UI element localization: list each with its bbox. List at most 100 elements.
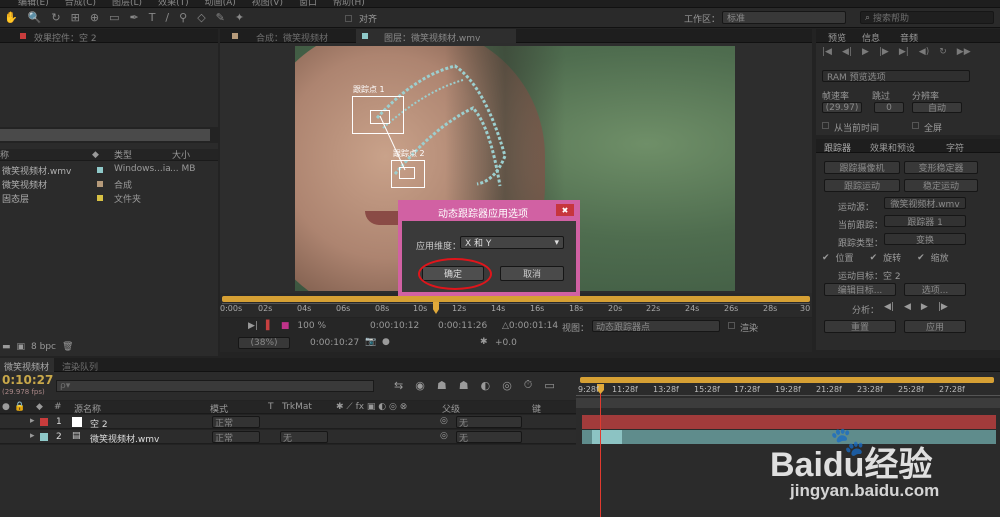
camera-tool-icon[interactable]: ⊞ — [71, 11, 80, 24]
cancel-button[interactable]: 取消 — [500, 266, 564, 281]
layer-mode-select[interactable]: 正常 — [212, 416, 260, 429]
pan-tool-icon[interactable]: ⊕ — [90, 11, 99, 24]
resolution-select[interactable]: 自动 — [912, 102, 962, 114]
col-type[interactable]: 类型 — [114, 148, 132, 161]
timeline-work-area[interactable] — [580, 377, 994, 383]
menu-animation[interactable]: 动画(A) — [205, 0, 236, 7]
draft-3d-icon[interactable]: ◉ — [415, 379, 425, 392]
hide-shy-icon[interactable]: ☗ — [437, 379, 447, 392]
in-point-icon[interactable]: ▶| — [248, 321, 258, 331]
out-point-icon[interactable]: ▌ — [266, 321, 273, 331]
parent-pickwhip-icon[interactable]: ◎ — [440, 416, 448, 426]
snap-checkbox[interactable] — [345, 15, 352, 22]
prev-frame-icon[interactable]: ◀| — [842, 47, 852, 57]
warp-stabilizer-button[interactable]: 变形稳定器 — [904, 161, 978, 174]
ram-preview-icon[interactable]: ▶▶ — [957, 47, 971, 57]
scale-checkbox[interactable]: ✔ — [917, 253, 925, 263]
list-item[interactable]: 固态层 文件夹 — [0, 192, 218, 206]
timeline-scrollbar[interactable] — [576, 398, 1000, 408]
reset-button[interactable]: 重置 — [824, 320, 896, 333]
tab-layer[interactable]: 图层：微笑视频材.wmv — [356, 29, 516, 44]
channel-icon[interactable]: ● — [382, 337, 390, 347]
tracker-2-feature-box[interactable] — [399, 167, 415, 179]
table-row[interactable]: ▸ 1 空 2 正常 ◎ 无 — [0, 415, 576, 430]
brush-tool-icon[interactable]: / — [165, 11, 169, 24]
table-row[interactable]: ▸ 2 ▤ 微笑视频材.wmv 正常 无 ◎ 无 — [0, 430, 576, 445]
options-button[interactable]: 选项... — [904, 283, 966, 296]
expand-icon[interactable]: ▸ — [30, 416, 35, 426]
analyze-forward-one-icon[interactable]: |▶ — [938, 302, 948, 312]
exposure-value[interactable]: +0.0 — [495, 338, 517, 348]
time-out[interactable]: 0:00:11:26 — [438, 321, 487, 331]
layer-mode-select[interactable]: 正常 — [212, 431, 260, 444]
col-name[interactable]: 称 — [0, 148, 9, 161]
clone-tool-icon[interactable]: ⚲ — [179, 11, 187, 24]
graph-editor-icon[interactable]: ▭ — [544, 379, 554, 392]
audio-icon[interactable]: ◀) — [919, 47, 929, 57]
col-size[interactable]: 大小 — [172, 148, 190, 161]
layer-parent-select[interactable]: 无 — [456, 416, 522, 429]
tab-timeline-comp[interactable]: 微笑视频材 — [0, 358, 54, 373]
expand-icon[interactable]: ▸ — [30, 431, 35, 441]
workspace-select[interactable]: 标准 — [722, 11, 846, 24]
menu-composition[interactable]: 合成(C) — [65, 0, 96, 7]
layer-name[interactable]: 微笑视频材.wmv — [90, 432, 159, 445]
col-source-name[interactable]: 源名称 — [74, 402, 101, 415]
menu-view[interactable]: 视图(V) — [252, 0, 283, 7]
rotation-checkbox[interactable]: ✔ — [870, 253, 878, 263]
eraser-tool-icon[interactable]: ◇ — [197, 11, 205, 24]
skip-select[interactable]: 0 — [874, 102, 904, 113]
next-frame-icon[interactable]: |▶ — [879, 47, 889, 57]
new-comp-icon[interactable]: ▣ — [17, 342, 26, 352]
color-swatch-icon[interactable]: ■ — [281, 321, 290, 331]
track-motion-button[interactable]: 跟踪运动 — [824, 179, 900, 192]
analyze-back-one-icon[interactable]: ◀| — [884, 302, 894, 312]
menu-help[interactable]: 帮助(H) — [333, 0, 365, 7]
layer-parent-select[interactable]: 无 — [456, 431, 522, 444]
camera-snapshot-icon[interactable]: 📷 — [365, 337, 376, 347]
help-search-input[interactable]: ⌕ 搜索帮助 — [860, 11, 994, 24]
position-checkbox[interactable]: ✔ — [822, 253, 830, 263]
pen-tool-icon[interactable]: ✒ — [129, 11, 138, 24]
hand-tool-icon[interactable]: ✋ — [4, 11, 18, 24]
menu-window[interactable]: 窗口 — [299, 0, 317, 7]
menu-edit[interactable]: 编辑(E) — [18, 0, 49, 7]
render-checkbox[interactable] — [728, 322, 735, 329]
folder-icon[interactable]: ▬ — [2, 342, 11, 352]
last-frame-icon[interactable]: ▶| — [899, 47, 909, 57]
timeline-search-input[interactable]: ρ▾ — [56, 380, 374, 392]
analyze-forward-icon[interactable]: ▶ — [921, 302, 928, 312]
frame-rate-select[interactable]: (29.97) — [822, 102, 862, 113]
dimension-select[interactable]: X 和 Y ▾ — [460, 236, 564, 249]
exposure-icon[interactable]: ✱ — [480, 337, 488, 347]
brainstorm-icon[interactable]: ◎ — [502, 379, 512, 392]
edit-target-button[interactable]: 编辑目标... — [824, 283, 896, 296]
auto-keyframe-icon[interactable]: ⏱ — [524, 378, 533, 392]
roto-tool-icon[interactable]: ✎ — [216, 11, 225, 24]
list-item[interactable]: 微笑视频材.wmv Windows...ia ... MB — [0, 164, 218, 178]
puppet-tool-icon[interactable]: ✦ — [235, 11, 244, 24]
current-track-select[interactable]: 跟踪器 1 — [884, 215, 966, 228]
track-type-select[interactable]: 变换 — [884, 233, 966, 246]
tracker-1-feature-box[interactable] — [370, 110, 390, 124]
list-item[interactable]: 微笑视频材 合成 — [0, 178, 218, 192]
trash-icon[interactable]: 🗑 — [62, 342, 73, 352]
rotate-tool-icon[interactable]: ↻ — [51, 11, 60, 24]
from-current-checkbox[interactable] — [822, 122, 829, 129]
motion-blur-icon[interactable]: ◐ — [481, 379, 491, 392]
text-tool-icon[interactable]: T — [149, 11, 156, 24]
label-tag-icon[interactable]: ◆ — [36, 402, 43, 412]
visibility-icon[interactable]: ● — [2, 402, 10, 412]
analyze-backward-icon[interactable]: ◀ — [904, 302, 911, 312]
layer-name[interactable]: 空 2 — [90, 417, 108, 430]
menu-effect[interactable]: 效果(T) — [158, 0, 189, 7]
bpc-label[interactable]: 8 bpc — [31, 342, 56, 352]
zoom-label[interactable]: 100 % — [297, 321, 326, 331]
lock-icon[interactable]: 🔒 — [14, 402, 25, 412]
zoom-tool-icon[interactable]: 🔍 — [28, 11, 42, 24]
first-frame-icon[interactable]: |◀ — [822, 47, 832, 57]
parent-pickwhip-icon[interactable]: ◎ — [440, 431, 448, 441]
motion-source-select[interactable]: 微笑视频材.wmv — [884, 197, 966, 210]
comp-mini-flowchart-icon[interactable]: ⇆ — [394, 379, 403, 392]
view-select[interactable]: 动态跟踪器点 — [592, 320, 720, 333]
